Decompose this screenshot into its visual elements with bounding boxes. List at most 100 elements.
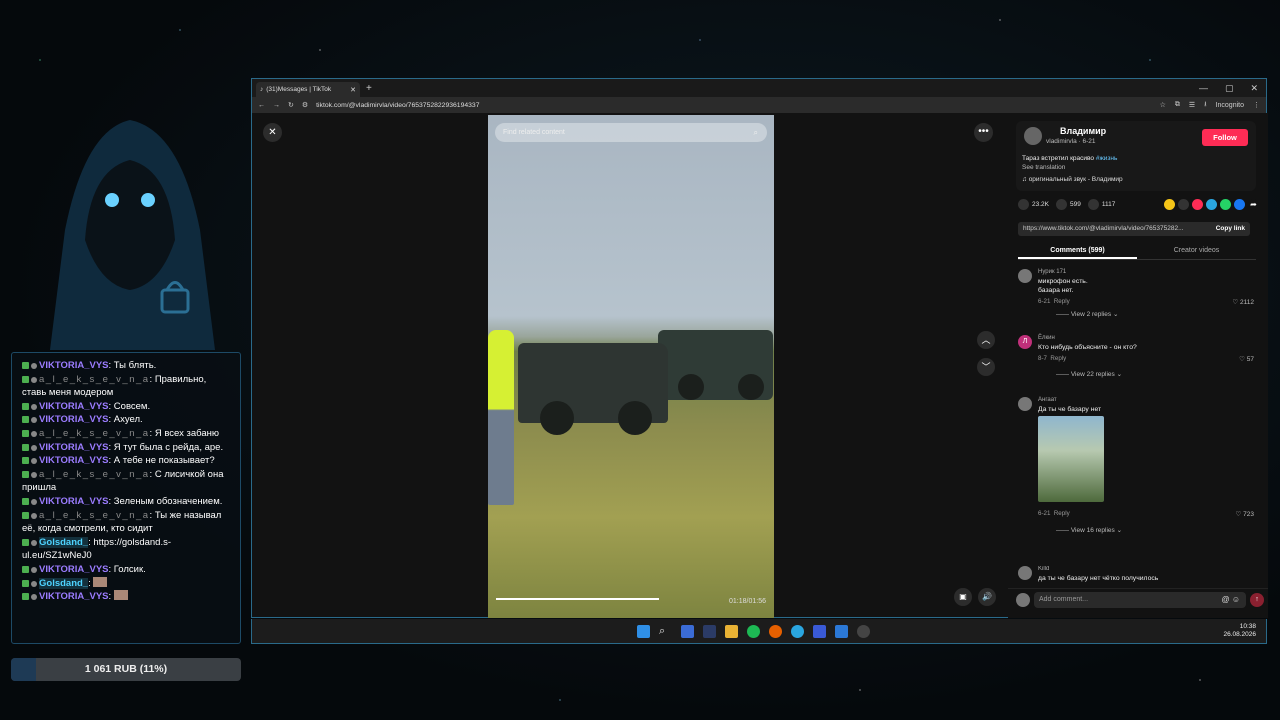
view-replies-button[interactable]: —— View 2 replies ⌄ [1056,310,1118,318]
close-window-icon[interactable]: ✕ [1250,83,1258,94]
reply-button[interactable]: Reply [1054,298,1070,305]
follow-button[interactable]: Follow [1202,129,1248,146]
app-icon-1[interactable] [681,625,694,638]
minimize-icon[interactable]: — [1199,83,1208,94]
new-tab-button[interactable]: + [366,83,372,94]
app-icon-2[interactable] [703,625,716,638]
maximize-icon[interactable]: ▢ [1225,83,1234,94]
chat-username[interactable]: a_l_e_k_s_e_v_n_a [39,510,150,521]
chrome-icon[interactable] [857,625,870,638]
site-info-icon[interactable]: ⚙ [302,101,308,109]
view-replies-button[interactable]: —— View 16 replies ⌄ [1056,526,1122,534]
share-link-url[interactable]: https://www.tiktok.com/@vladimirvla/vide… [1023,225,1184,232]
chat-username[interactable]: VIKTORIA_VYS [39,496,109,507]
telegram-icon[interactable] [791,625,804,638]
menu-icon[interactable]: ⋮ [1253,101,1260,109]
music-info[interactable]: ♫ оригинальный звук - Владимир [1022,176,1123,183]
emoji-icon[interactable]: ☺ [1232,595,1240,604]
reload-icon[interactable]: ↻ [288,101,294,109]
save-button[interactable]: 1117 [1087,199,1115,210]
comment-like[interactable]: ♡ 57 [1239,355,1254,363]
comments-tabs: Comments (599) Creator videos [1018,244,1256,260]
author-handle[interactable]: vladimirvla · 6-21 [1046,138,1096,145]
close-tab-icon[interactable]: ✕ [350,86,356,94]
chat-username[interactable]: VIKTORIA_VYS [39,360,109,371]
reading-list-icon[interactable]: ☰ [1189,101,1195,109]
previous-video-button[interactable]: ︿ [977,331,995,349]
chat-username[interactable]: Golsdand_ [39,536,89,548]
whatsapp-icon[interactable] [1220,199,1231,210]
downloads-icon[interactable]: ⭳ [1204,100,1206,111]
forward-icon[interactable]: → [273,102,280,109]
hashtag-link[interactable]: #жизнь [1096,155,1118,162]
video-progress-bar[interactable] [496,598,660,600]
commenter-avatar[interactable] [1018,397,1032,411]
reply-button[interactable]: Reply [1054,510,1070,517]
chat-username[interactable]: a_l_e_k_s_e_v_n_a [39,469,150,480]
chat-username[interactable]: a_l_e_k_s_e_v_n_a [39,374,150,385]
spotify-icon[interactable] [747,625,760,638]
tab-comments[interactable]: Comments (599) [1018,244,1137,259]
commenter-name[interactable]: Ёлкин [1038,335,1055,341]
system-clock[interactable]: 10:38 26.08.2026 [1223,623,1256,639]
firefox-icon[interactable] [769,625,782,638]
author-name[interactable]: Владимир [1060,126,1106,136]
chat-username[interactable]: VIKTORIA_VYS [39,564,109,575]
share-icon-1[interactable] [1164,199,1175,210]
browser-window: ♪ (31)Messages | TikTok ✕ + — ▢ ✕ ← → ↻ … [251,78,1268,618]
chat-username[interactable]: Golsdand_ [39,577,89,589]
embed-icon[interactable] [1178,199,1189,210]
send-comment-button[interactable]: ↑ [1250,593,1264,607]
next-video-button[interactable]: ﹀ [977,358,995,376]
mention-icon[interactable]: @ [1221,595,1229,604]
commenter-name[interactable]: Killd [1038,566,1049,572]
folder-icon[interactable] [725,625,738,638]
start-icon[interactable] [637,625,650,638]
extensions-icon[interactable]: ⧉ [1175,101,1180,109]
commenter-avatar[interactable]: Л [1018,335,1032,349]
comment-like[interactable]: ♡ 2112 [1232,298,1254,306]
close-video-button[interactable]: ✕ [263,123,282,142]
chat-username[interactable]: VIKTORIA_VYS [39,414,109,425]
volume-button[interactable]: 🔊 [978,588,996,606]
like-button[interactable]: 23.2K [1018,199,1049,210]
comment-like[interactable]: ♡ 723 [1236,510,1255,518]
chat-username[interactable]: VIKTORIA_VYS [39,401,109,412]
reply-button[interactable]: Reply [1050,355,1066,362]
pip-button[interactable]: ▣ [954,588,972,606]
facebook-icon[interactable] [1234,199,1245,210]
video-player[interactable]: Find related content ⌕ 01:18/01:56 [488,115,774,618]
view-replies-button[interactable]: —— View 22 replies ⌄ [1056,370,1122,378]
chat-username[interactable]: VIKTORIA_VYS [39,442,109,453]
url-field[interactable]: tiktok.com/@vladimirvla/video/7653752822… [316,102,1151,109]
search-icon[interactable]: ⌕ [754,123,758,142]
more-options-button[interactable]: ••• [974,123,993,142]
app-icon-3[interactable] [813,625,826,638]
share-arrow-icon[interactable]: ➦ [1248,199,1259,210]
incognito-label[interactable]: Incognito [1216,102,1244,109]
commenter-name[interactable]: Ангаат [1038,397,1057,403]
telegram-icon[interactable] [1206,199,1217,210]
related-search-input[interactable]: Find related content ⌕ [495,123,767,142]
tab-creator-videos[interactable]: Creator videos [1137,244,1256,259]
comment-button[interactable]: 599 [1056,199,1081,210]
send-to-friends-icon[interactable] [1192,199,1203,210]
add-comment-input[interactable]: Add comment... @ ☺ [1034,592,1246,608]
back-icon[interactable]: ← [258,102,265,109]
browser-tab[interactable]: ♪ (31)Messages | TikTok ✕ [256,82,360,97]
search-icon[interactable]: ⌕ [659,625,672,638]
author-avatar[interactable] [1024,127,1042,145]
app-icon-4[interactable] [835,625,848,638]
see-translation-link[interactable]: See translation [1022,164,1065,171]
chat-username[interactable]: VIKTORIA_VYS [39,591,109,602]
bookmark-star-icon[interactable]: ☆ [1160,101,1166,109]
commenter-avatar[interactable] [1018,269,1032,283]
stream-chat: VIKTORIA_VYS: Ты блять. a_l_e_k_s_e_v_n_a… [11,352,241,644]
chat-username[interactable]: VIKTORIA_VYS [39,455,109,466]
chat-message: a_l_e_k_s_e_v_n_a: Правильно, ставь меня… [22,373,232,400]
commenter-name[interactable]: Нурик 171 [1038,269,1066,275]
comment-photo[interactable] [1038,416,1104,502]
copy-link-button[interactable]: Copy link [1216,222,1245,236]
chat-username[interactable]: a_l_e_k_s_e_v_n_a [39,428,150,439]
commenter-avatar[interactable] [1018,566,1032,580]
